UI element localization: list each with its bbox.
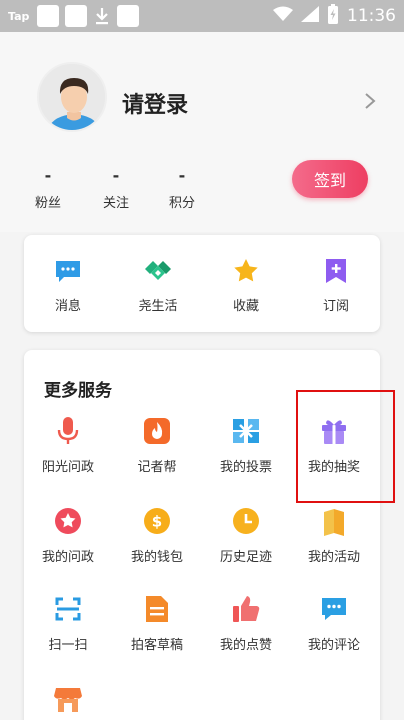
quick-item-favorites[interactable]: 收藏 xyxy=(206,257,286,314)
notification-icon xyxy=(37,5,60,27)
gift-icon xyxy=(322,420,346,444)
quick-item-label: 收藏 xyxy=(232,299,259,314)
quick-item-subscribe[interactable]: 订阅 xyxy=(296,257,376,314)
signal-icon xyxy=(301,6,319,26)
shop-icon xyxy=(54,688,82,712)
wifi-icon xyxy=(273,6,293,26)
service-history[interactable]: 历史足迹 xyxy=(202,506,290,565)
service-label: 我的问政 xyxy=(41,550,94,565)
stat-fans[interactable]: - 粉丝 xyxy=(28,166,68,212)
thumbs-up-icon xyxy=(233,596,260,622)
microphone-icon xyxy=(57,417,79,444)
stat-points[interactable]: - 积分 xyxy=(162,166,202,212)
service-my-vote[interactable]: 我的投票 xyxy=(202,416,290,475)
user-avatar-icon xyxy=(39,64,105,130)
service-label: 记者帮 xyxy=(137,460,177,475)
flame-icon xyxy=(144,418,170,444)
stat-value: - xyxy=(178,166,186,185)
notification-icon xyxy=(65,5,88,27)
stat-following[interactable]: - 关注 xyxy=(96,166,136,212)
stat-value: - xyxy=(44,166,52,185)
service-shop[interactable] xyxy=(24,684,112,720)
quick-item-label: 订阅 xyxy=(322,299,349,314)
message-icon xyxy=(56,261,80,282)
service-label: 我的钱包 xyxy=(130,550,183,565)
stat-label: 积分 xyxy=(168,196,195,211)
service-label: 阳光问政 xyxy=(41,460,94,475)
service-sunshine-politics[interactable]: 阳光问政 xyxy=(24,416,112,475)
service-my-politics[interactable]: 我的问政 xyxy=(24,506,112,565)
service-my-lottery[interactable]: 我的抽奖 xyxy=(290,416,378,475)
avatar[interactable] xyxy=(37,62,107,132)
wallet-icon: $ xyxy=(144,508,170,534)
quick-actions-card: 消息 尧生活 收藏 订阅 xyxy=(24,235,380,332)
service-label: 历史足迹 xyxy=(219,550,272,565)
clock-time: 11:36 xyxy=(347,6,396,26)
service-label: 拍客草稿 xyxy=(130,638,183,653)
checkin-button[interactable]: 签到 xyxy=(292,160,368,198)
service-label: 扫一扫 xyxy=(48,638,88,653)
service-label: 我的投票 xyxy=(219,460,272,475)
status-app-label: Tap xyxy=(8,9,30,23)
quick-item-label: 尧生活 xyxy=(138,299,178,314)
login-prompt[interactable]: 请登录 xyxy=(122,87,188,119)
quick-item-label: 消息 xyxy=(54,299,81,314)
service-my-likes[interactable]: 我的点赞 xyxy=(202,594,290,653)
quick-item-message[interactable]: 消息 xyxy=(28,257,108,314)
service-my-wallet[interactable]: $ 我的钱包 xyxy=(113,506,201,565)
service-reporter-help[interactable]: 记者帮 xyxy=(113,416,201,475)
clock-icon xyxy=(233,508,259,534)
status-bar: Tap 11:36 xyxy=(0,0,404,32)
notification-icon xyxy=(117,5,140,27)
svg-text:$: $ xyxy=(152,513,162,531)
star-icon xyxy=(234,259,258,282)
more-services-card: 更多服务 阳光问政 记者帮 我的投票 我的抽奖 我的问政 $ 我的钱包 历史足迹… xyxy=(24,350,380,720)
section-title: 更多服务 xyxy=(44,381,112,401)
star-badge-icon xyxy=(55,508,81,534)
profile-section: 请登录 - 粉丝 - 关注 - 积分 签到 xyxy=(0,32,404,232)
battery-icon xyxy=(327,4,339,28)
stat-label: 关注 xyxy=(102,196,129,211)
service-drafts[interactable]: 拍客草稿 xyxy=(113,594,201,653)
comment-icon xyxy=(322,598,346,620)
service-label: 我的点赞 xyxy=(219,638,272,653)
chevron-right-icon[interactable] xyxy=(362,92,378,110)
flag-icon xyxy=(324,509,344,536)
subscribe-icon xyxy=(326,259,346,283)
download-icon xyxy=(93,6,111,26)
service-my-comments[interactable]: 我的评论 xyxy=(290,594,378,653)
stat-label: 粉丝 xyxy=(34,196,61,211)
handshake-icon xyxy=(145,261,171,280)
draft-icon xyxy=(146,596,168,622)
service-label: 我的活动 xyxy=(307,550,360,565)
vote-icon xyxy=(233,419,259,443)
scan-icon xyxy=(55,597,81,621)
stat-value: - xyxy=(112,166,120,185)
quick-item-life[interactable]: 尧生活 xyxy=(118,257,198,314)
service-label: 我的抽奖 xyxy=(307,460,360,475)
service-scan[interactable]: 扫一扫 xyxy=(24,594,112,653)
service-label: 我的评论 xyxy=(307,638,360,653)
service-my-activity[interactable]: 我的活动 xyxy=(290,506,378,565)
